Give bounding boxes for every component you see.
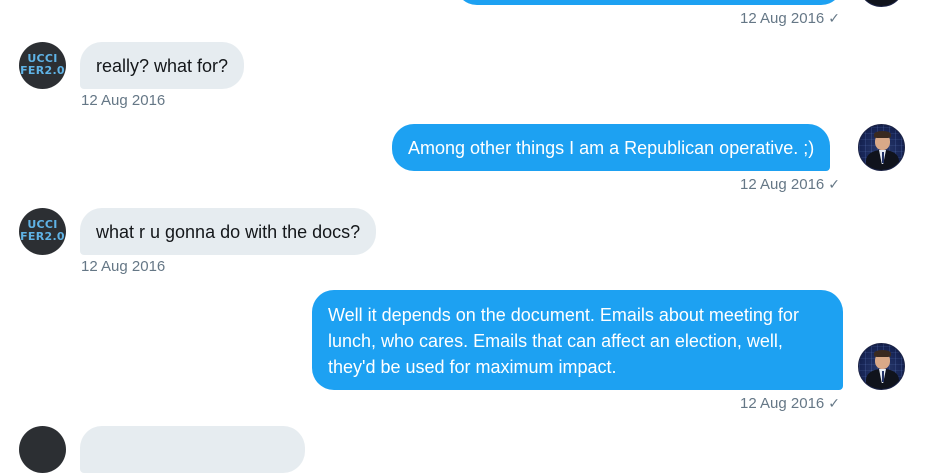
user-avatar[interactable]: [858, 0, 905, 7]
message-timestamp: 12 Aug 2016 ✓: [720, 176, 840, 193]
timestamp-text: 12 Aug 2016: [740, 176, 825, 193]
timestamp-text: 12 Aug 2016: [81, 92, 166, 109]
user-avatar[interactable]: [858, 124, 905, 171]
timestamp-text: 12 Aug 2016: [740, 10, 825, 27]
message-timestamp: 12 Aug 2016 ✓: [720, 395, 840, 412]
timestamp-text: 12 Aug 2016: [740, 395, 825, 412]
avatar-suit: [866, 0, 899, 6]
message-bubble-outgoing-partial[interactable]: [455, 0, 843, 5]
message-bubble-incoming[interactable]: really? what for?: [80, 42, 245, 89]
message-timestamp: 12 Aug 2016 ✓: [720, 10, 840, 27]
avatar-tie: [881, 371, 884, 382]
message-text: really? what for?: [96, 56, 229, 76]
message-text: Among other things I am a Republican ope…: [408, 138, 815, 158]
message-bubble-incoming-partial[interactable]: [80, 426, 305, 473]
avatar-text-line2: FER2.0: [20, 64, 65, 77]
avatar-tie: [881, 152, 884, 163]
message-text: Well it depends on the document. Emails …: [328, 305, 799, 377]
message-bubble-outgoing[interactable]: Among other things I am a Republican ope…: [392, 124, 831, 171]
message-timestamp: 12 Aug 2016: [81, 92, 165, 109]
avatar-hair: [874, 350, 891, 357]
message-timestamp: 12 Aug 2016: [81, 258, 165, 275]
contact-avatar-partial[interactable]: [19, 426, 66, 473]
read-check-icon: ✓: [828, 11, 840, 27]
read-check-icon: ✓: [828, 177, 840, 193]
read-check-icon: ✓: [828, 396, 840, 412]
message-bubble-incoming[interactable]: what r u gonna do with the docs?: [80, 208, 377, 255]
avatar-hair: [874, 131, 891, 138]
contact-avatar[interactable]: UCCI FER2.0: [19, 208, 66, 255]
message-bubble-outgoing[interactable]: Well it depends on the document. Emails …: [312, 290, 843, 390]
avatar-text-line2: FER2.0: [20, 230, 65, 243]
message-text: what r u gonna do with the docs?: [96, 222, 361, 242]
user-avatar[interactable]: [858, 343, 905, 390]
timestamp-text: 12 Aug 2016: [81, 258, 166, 275]
contact-avatar[interactable]: UCCI FER2.0: [19, 42, 66, 89]
